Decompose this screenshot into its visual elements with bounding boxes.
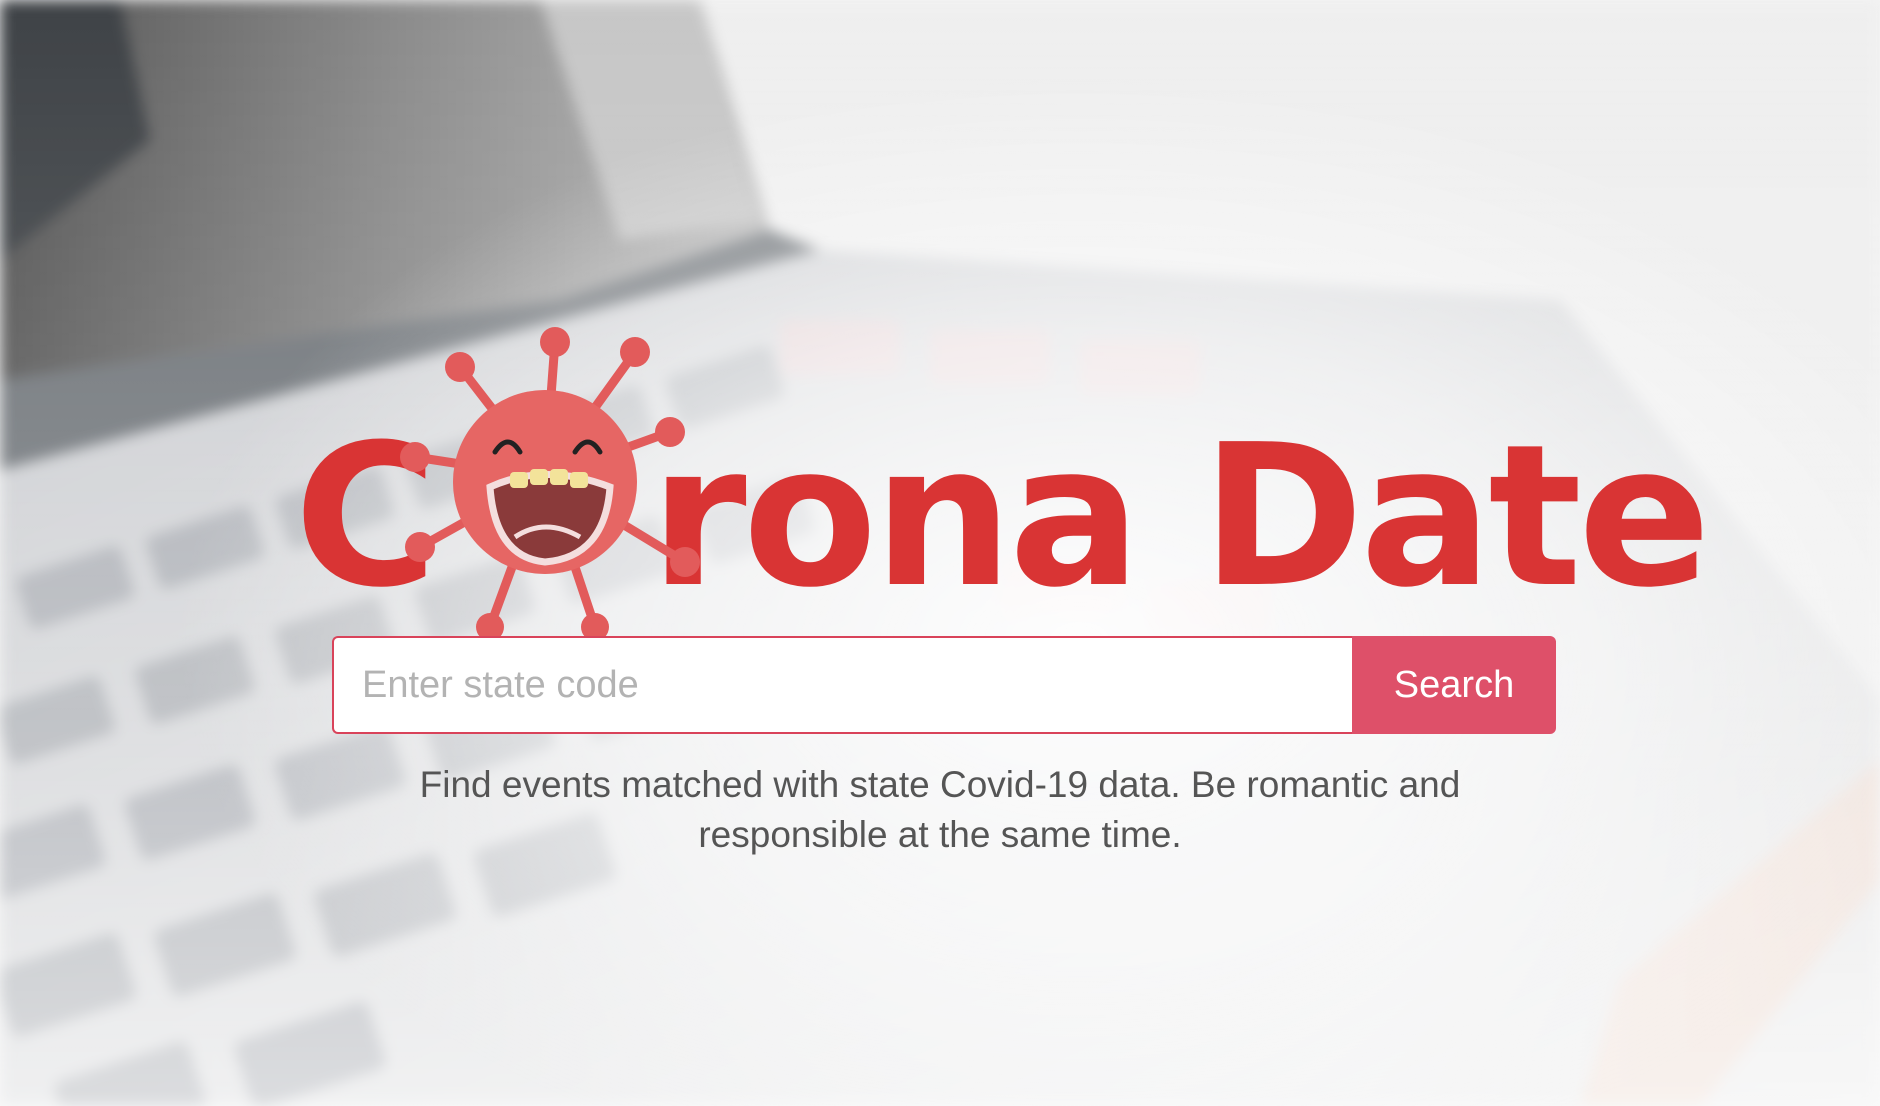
virus-mascot-icon [400, 327, 700, 641]
landing-page: C rona Date Enter state code Search Find… [0, 0, 1880, 1106]
state-search-form: Search [332, 636, 1556, 734]
tagline-text: Find events matched with state Covid-19 … [419, 764, 1461, 855]
corona-date-logo: C rona Date [290, 322, 1711, 642]
logo-text-rest: rona Date [650, 403, 1711, 631]
search-button[interactable]: Search [1352, 636, 1556, 734]
state-code-input[interactable] [332, 636, 1352, 734]
